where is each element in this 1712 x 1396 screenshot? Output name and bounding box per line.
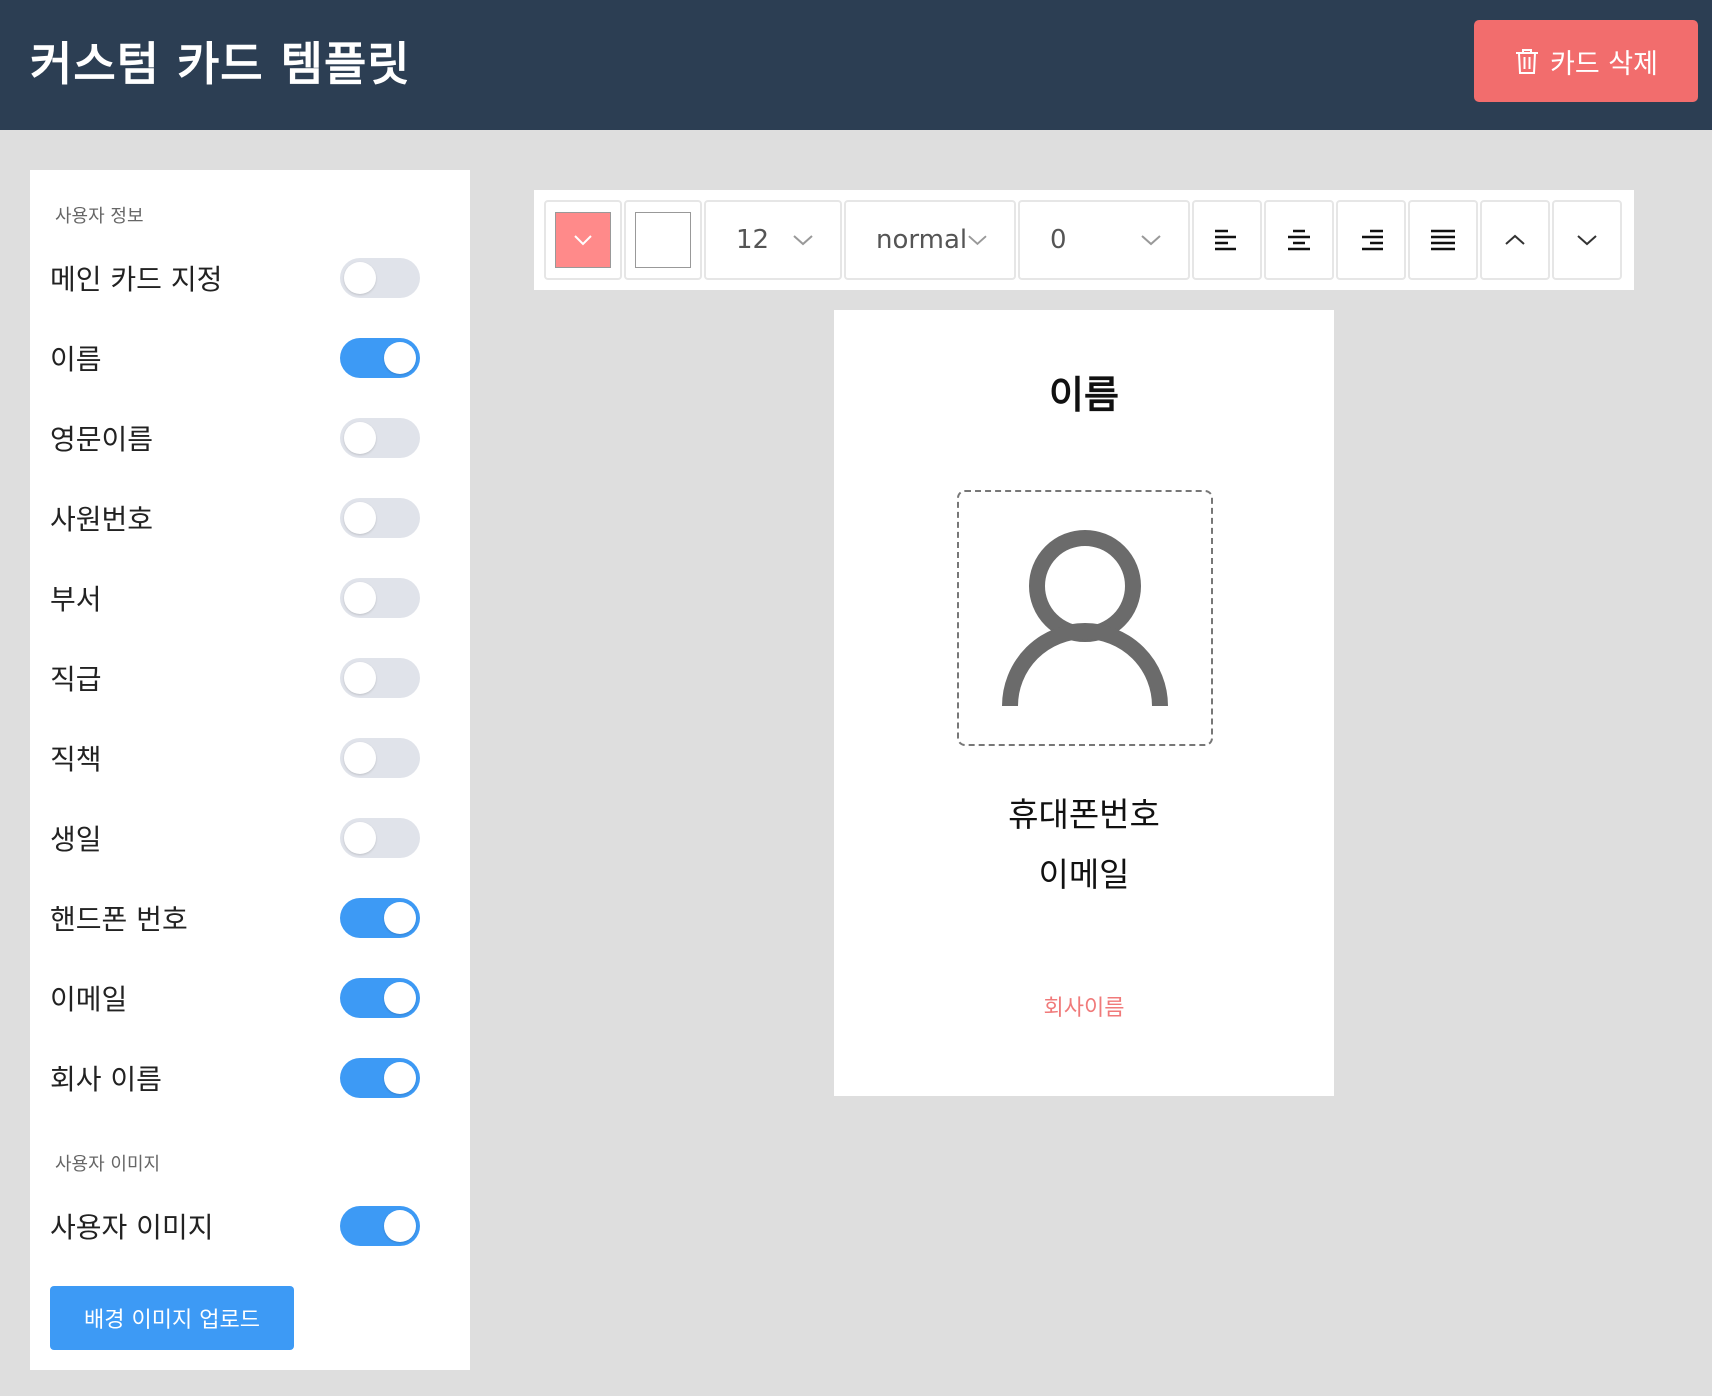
toggle-label: 사원번호 xyxy=(50,503,154,536)
section-label-user-info: 사용자 정보 xyxy=(55,206,144,227)
toggle-name[interactable] xyxy=(340,338,420,378)
toggle-label: 부서 xyxy=(50,583,102,616)
toggle-row-name: 이름 xyxy=(50,336,420,380)
text-color-picker[interactable] xyxy=(624,200,702,280)
fill-color-swatch xyxy=(555,212,611,268)
move-down-button[interactable] xyxy=(1552,200,1622,280)
toggle-position[interactable] xyxy=(340,738,420,778)
toggle-label: 이름 xyxy=(50,343,102,376)
toggle-label: 직급 xyxy=(50,663,102,696)
user-icon xyxy=(1002,530,1168,707)
toggle-row-phone: 핸드폰 번호 xyxy=(50,896,420,940)
font-weight-select[interactable]: normal xyxy=(844,200,1016,280)
card-preview: 이름 휴대폰번호 이메일 회사이름 xyxy=(834,310,1334,1096)
toggle-label: 사용자 이미지 xyxy=(50,1211,214,1244)
align-left-icon xyxy=(1215,229,1236,251)
card-phone-field[interactable]: 휴대폰번호 xyxy=(834,788,1334,836)
font-size-select[interactable]: 12 xyxy=(704,200,842,280)
toggle-company[interactable] xyxy=(340,1058,420,1098)
trash-icon xyxy=(1516,49,1539,74)
chevron-up-icon xyxy=(1505,234,1525,245)
toggle-user-image[interactable] xyxy=(340,1206,420,1246)
card-avatar-box[interactable] xyxy=(957,490,1213,746)
toggle-row-english-name: 영문이름 xyxy=(50,416,420,460)
toggle-label: 생일 xyxy=(50,823,102,856)
letter-spacing-select[interactable]: 0 xyxy=(1018,200,1190,280)
card-name-field[interactable]: 이름 xyxy=(834,364,1334,419)
font-weight-value: normal xyxy=(876,225,968,255)
align-right-button[interactable] xyxy=(1336,200,1406,280)
chevron-down-icon xyxy=(1577,235,1597,246)
delete-card-label: 카드 삭제 xyxy=(1550,48,1658,80)
toggle-english-name[interactable] xyxy=(340,418,420,458)
align-left-button[interactable] xyxy=(1192,200,1262,280)
toggle-email[interactable] xyxy=(340,978,420,1018)
toggle-label: 직책 xyxy=(50,743,102,776)
toggle-birthday[interactable] xyxy=(340,818,420,858)
toggle-employee-number[interactable] xyxy=(340,498,420,538)
toggle-label: 회사 이름 xyxy=(50,1063,162,1096)
toggle-label: 영문이름 xyxy=(50,423,154,456)
toggle-label: 핸드폰 번호 xyxy=(50,903,188,936)
text-color-swatch xyxy=(635,212,691,268)
toggle-department[interactable] xyxy=(340,578,420,618)
style-toolbar: 12 normal 0 xyxy=(534,190,1634,290)
toggle-row-position: 직책 xyxy=(50,736,420,780)
settings-panel: 사용자 정보 메인 카드 지정 이름 영문이름 사원번호 부서 직급 직책 생일… xyxy=(30,170,470,1370)
app-header: 커스텀 카드 템플릿 카드 삭제 xyxy=(0,0,1712,130)
chevron-down-icon xyxy=(1141,235,1161,246)
toggle-main-card[interactable] xyxy=(340,258,420,298)
card-email-field[interactable]: 이메일 xyxy=(834,848,1334,896)
toggle-rank[interactable] xyxy=(340,658,420,698)
toggle-row-birthday: 생일 xyxy=(50,816,420,860)
page-title: 커스텀 카드 템플릿 xyxy=(30,37,411,91)
chevron-down-icon xyxy=(793,235,813,246)
toggle-row-rank: 직급 xyxy=(50,656,420,700)
toggle-row-employee-number: 사원번호 xyxy=(50,496,420,540)
toggle-row-department: 부서 xyxy=(50,576,420,620)
fill-color-picker[interactable] xyxy=(544,200,622,280)
toggle-row-main-card: 메인 카드 지정 xyxy=(50,256,420,300)
toggle-label: 이메일 xyxy=(50,983,128,1016)
move-up-button[interactable] xyxy=(1480,200,1550,280)
upload-background-button[interactable]: 배경 이미지 업로드 xyxy=(50,1286,294,1350)
toggle-label: 메인 카드 지정 xyxy=(50,263,223,296)
delete-card-button[interactable]: 카드 삭제 xyxy=(1474,20,1698,102)
chevron-down-icon xyxy=(574,235,592,246)
font-size-value: 12 xyxy=(736,225,770,255)
align-justify-button[interactable] xyxy=(1408,200,1478,280)
section-label-user-image: 사용자 이미지 xyxy=(55,1154,161,1175)
toggle-row-email: 이메일 xyxy=(50,976,420,1020)
toggle-row-user-image: 사용자 이미지 xyxy=(50,1204,420,1248)
letter-spacing-value: 0 xyxy=(1050,225,1067,255)
chevron-down-icon xyxy=(968,235,987,246)
align-justify-icon xyxy=(1431,229,1455,251)
toggle-row-company: 회사 이름 xyxy=(50,1056,420,1100)
toggle-phone[interactable] xyxy=(340,898,420,938)
align-center-icon xyxy=(1288,229,1310,251)
card-company-field[interactable]: 회사이름 xyxy=(834,990,1334,1022)
align-center-button[interactable] xyxy=(1264,200,1334,280)
align-right-icon xyxy=(1362,229,1383,251)
